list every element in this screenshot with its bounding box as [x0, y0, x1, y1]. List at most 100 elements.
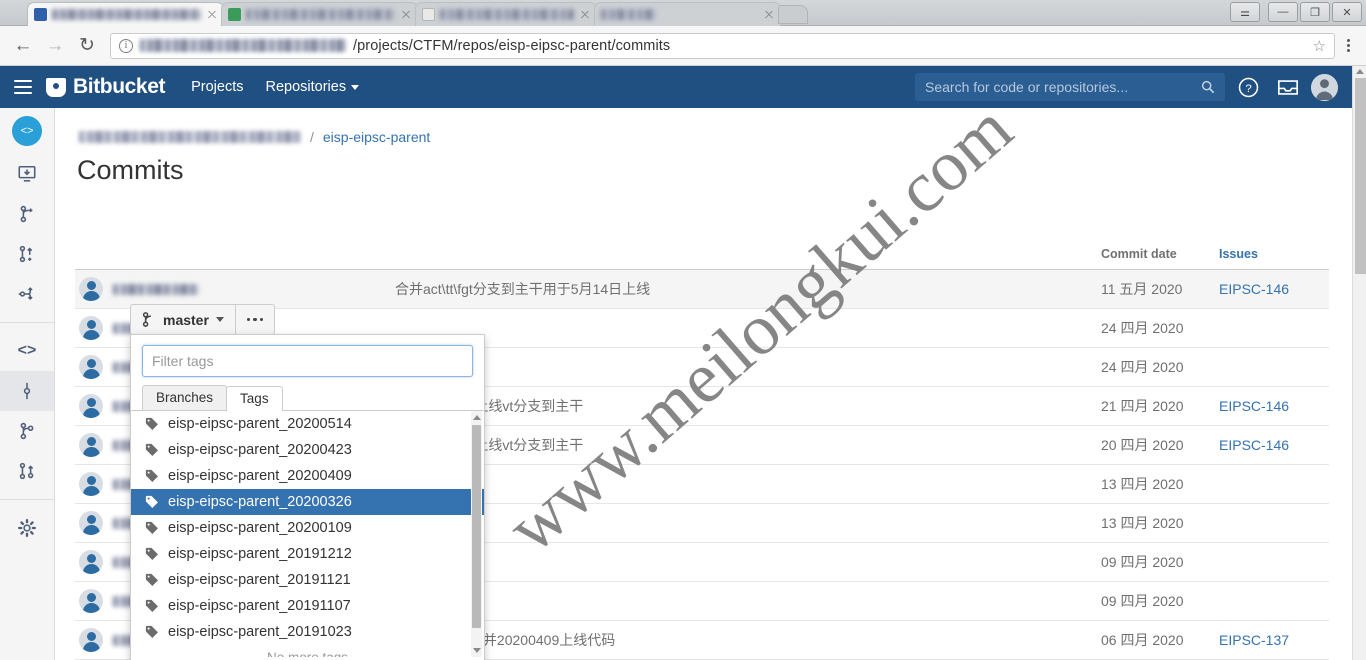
sidebar-item-create-branch[interactable] [0, 194, 54, 234]
header-actions: Search for code or repositories... ? [915, 70, 1352, 104]
search-input[interactable]: Search for code or repositories... [915, 73, 1225, 101]
row-issue-link[interactable]: EIPSC-137 [1219, 632, 1329, 648]
fork-icon [18, 287, 33, 301]
breadcrumb-repo-link[interactable]: eisp-eipsc-parent [323, 129, 430, 145]
row-issue-link[interactable]: EIPSC-146 [1219, 281, 1329, 297]
sidebar-item-clone[interactable] [0, 154, 54, 194]
row-commit-date: 21 四月 2020 [1101, 398, 1184, 414]
tag-list[interactable]: eisp-eipsc-parent_20200514 eisp-eipsc-pa… [131, 411, 484, 657]
row-commit-message[interactable]: EIPSC-137 合并20200409上线代码 [395, 630, 1101, 650]
site-info-icon[interactable]: i [119, 38, 133, 53]
sidebar-item-repository[interactable]: <> [0, 108, 54, 154]
bookmark-star-icon[interactable]: ☆ [1313, 37, 1326, 55]
tab-tags[interactable]: Tags [226, 386, 283, 411]
search-icon[interactable] [1201, 80, 1215, 94]
avatar[interactable] [1311, 73, 1338, 101]
tag-icon [145, 625, 158, 638]
maximize-button[interactable]: ❐ [1300, 2, 1330, 22]
new-tab-button[interactable] [778, 5, 808, 24]
dropdown-scrollbar[interactable] [471, 411, 482, 657]
minimize-button[interactable]: — [1268, 2, 1298, 22]
sidebar-item-pull-requests[interactable] [0, 451, 54, 491]
list-item[interactable]: eisp-eipsc-parent_20191107 [131, 593, 484, 619]
chevron-down-icon [215, 317, 224, 322]
sidebar-item-commits[interactable] [0, 371, 54, 411]
list-item[interactable]: eisp-eipsc-parent_20191121 [131, 567, 484, 593]
profile-button[interactable]: ⚌ [1230, 2, 1260, 22]
browser-tab-bar: ⚌ — ❐ ✕ [0, 0, 1366, 26]
sidebar-item-create-pull-request[interactable] [0, 234, 54, 274]
list-item[interactable]: eisp-eipsc-parent_20200514 [131, 411, 484, 437]
nav-repositories[interactable]: Repositories [265, 79, 360, 95]
filter-wrapper [131, 335, 484, 385]
tag-icon [145, 469, 158, 482]
browser-tab-1[interactable] [28, 3, 223, 26]
hamburger-icon[interactable] [0, 80, 46, 94]
forward-icon[interactable]: → [40, 31, 70, 61]
tab-close-icon[interactable] [401, 10, 411, 20]
tab-close-icon[interactable] [764, 10, 774, 20]
sidebar-item-settings[interactable] [0, 508, 54, 548]
tab-close-icon[interactable] [580, 10, 590, 20]
browser-tab-4[interactable] [595, 3, 780, 26]
reload-icon[interactable]: ↻ [72, 31, 102, 61]
sidebar-divider [0, 322, 54, 323]
scroll-up-arrow-icon[interactable] [472, 415, 481, 420]
tab-branches[interactable]: Branches [142, 385, 228, 410]
sidebar-item-fork[interactable] [0, 274, 54, 314]
tab-close-icon[interactable] [207, 10, 217, 20]
close-button[interactable]: ✕ [1332, 2, 1362, 22]
breadcrumb-project-redacted[interactable] [79, 131, 301, 143]
scroll-down-arrow-icon[interactable] [472, 648, 481, 653]
tab-title-redacted [52, 9, 201, 20]
avatar [79, 394, 103, 418]
breadcrumb: / eisp-eipsc-parent [79, 129, 430, 145]
create-branch-icon [20, 205, 33, 223]
list-item[interactable]: eisp-eipsc-parent_20191212 [131, 541, 484, 567]
brand-label: Bitbucket [73, 75, 166, 98]
avatar [79, 472, 103, 496]
branch-icon [142, 312, 151, 327]
list-item[interactable]: eisp-eipsc-parent_20200409 [131, 463, 484, 489]
branch-dropdown-button[interactable]: master [130, 304, 235, 335]
row-issue-link[interactable]: EIPSC-146 [1219, 437, 1329, 453]
row-commit-message[interactable]: 合并act\tt\fgt分支到主干用于5月14日上线 [395, 279, 1101, 299]
page-scrollbar[interactable] [1352, 66, 1366, 660]
nav-projects[interactable]: Projects [191, 79, 243, 95]
row-issue-link[interactable]: EIPSC-146 [1219, 398, 1329, 414]
back-icon[interactable]: ← [8, 31, 38, 61]
avatar [79, 550, 103, 574]
browser-tab-3[interactable] [416, 3, 596, 26]
browser-tab-2[interactable] [222, 3, 417, 26]
col-commit-date: Commit date [1101, 246, 1177, 261]
row-commit-message[interactable]: 合并4月23日上线vt分支到主干 [395, 435, 1101, 455]
pull-requests-icon [19, 462, 34, 480]
row-commit-date: 11 五月 2020 [1101, 281, 1183, 297]
header-nav: Projects Repositories [191, 79, 360, 95]
address-bar[interactable]: i /projects/CTFM/repos/eisp-eipsc-parent… [110, 32, 1335, 59]
list-item[interactable]: eisp-eipsc-parent_20200109 [131, 515, 484, 541]
page-scrollbar-thumb[interactable] [1355, 78, 1366, 274]
scrollbar-thumb[interactable] [472, 425, 481, 628]
avatar [79, 355, 103, 379]
list-item-selected[interactable]: eisp-eipsc-parent_20200326 [131, 489, 484, 515]
row-commit-date: 20 四月 2020 [1101, 437, 1184, 453]
filter-tags-input[interactable] [142, 345, 473, 377]
scroll-up-arrow-icon[interactable] [1356, 69, 1364, 74]
sidebar-item-source[interactable]: <> [0, 331, 54, 371]
inbox-icon[interactable] [1271, 70, 1305, 104]
tag-icon [145, 573, 158, 586]
clone-icon [18, 165, 36, 182]
browser-menu-icon[interactable] [1343, 39, 1358, 52]
bitbucket-header: Bitbucket Projects Repositories Search f… [0, 66, 1352, 108]
help-icon[interactable]: ? [1231, 70, 1265, 104]
tab-title-redacted [601, 9, 657, 20]
list-item[interactable]: eisp-eipsc-parent_20191023 [131, 619, 484, 645]
list-item[interactable]: eisp-eipsc-parent_20200423 [131, 437, 484, 463]
tab-title-redacted [246, 9, 395, 20]
more-actions-button[interactable] [234, 304, 275, 335]
row-commit-message[interactable]: 合并4月23日上线vt分支到主干 [395, 396, 1101, 416]
row-commit-date: 13 四月 2020 [1101, 515, 1184, 531]
bitbucket-logo[interactable]: Bitbucket [46, 75, 165, 99]
sidebar-item-branches[interactable] [0, 411, 54, 451]
